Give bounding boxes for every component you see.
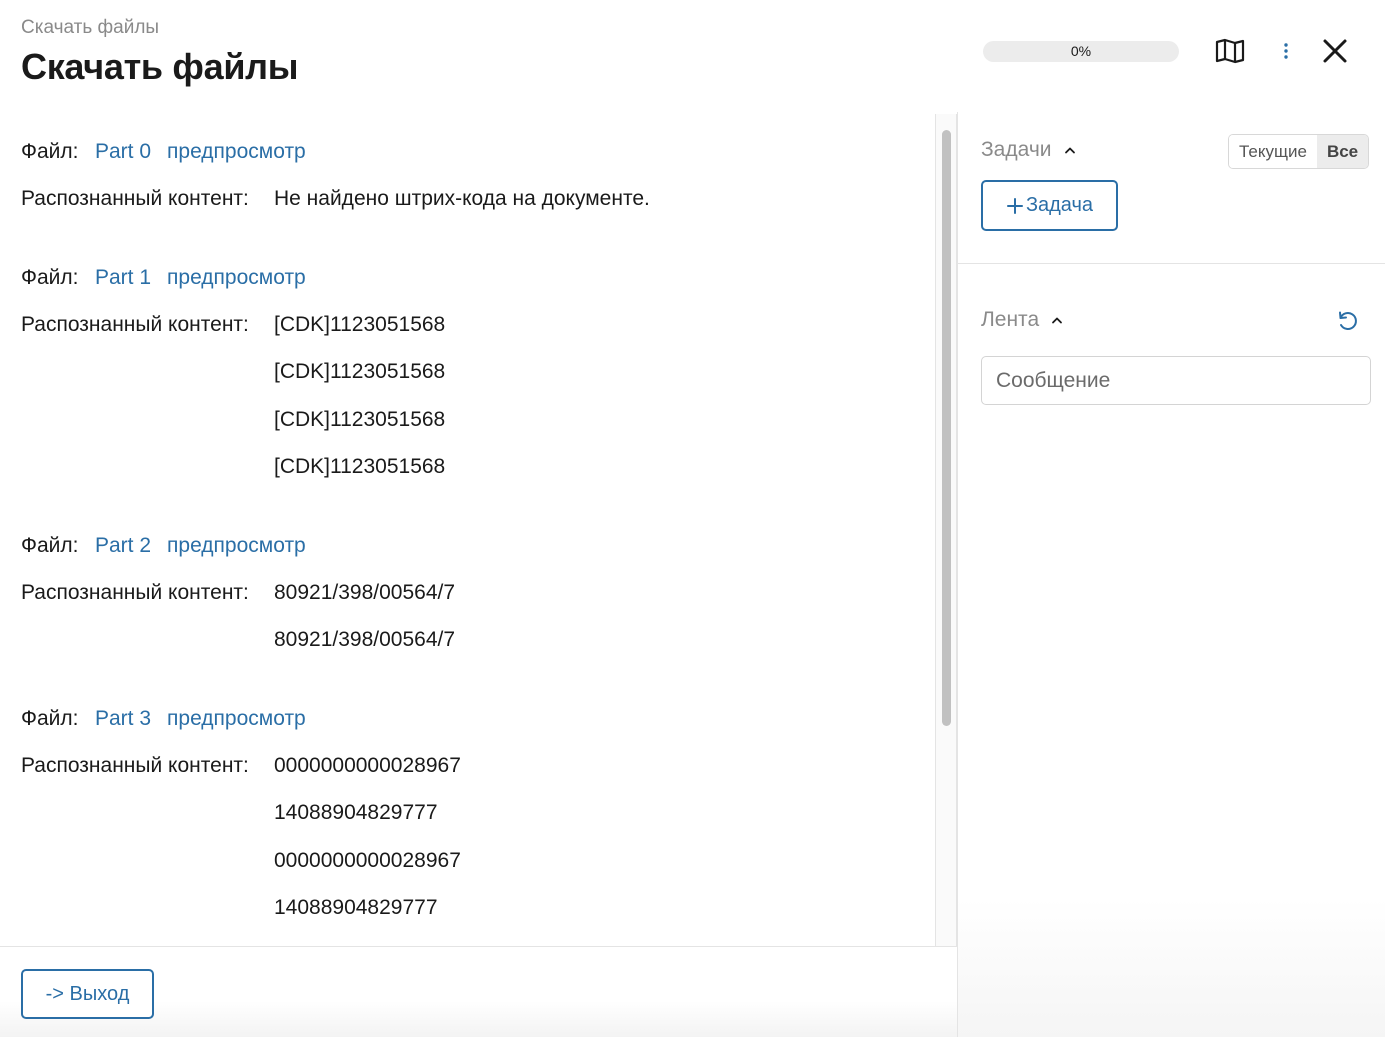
refresh-icon [1339, 311, 1357, 330]
page-title: Скачать файлы [21, 46, 299, 87]
message-input[interactable] [981, 356, 1371, 405]
chevron-up-icon [1064, 147, 1075, 154]
preview-link-part-1[interactable]: предпросмотр [167, 266, 306, 290]
tasks-section-toggle[interactable]: Задачи [981, 138, 1076, 162]
file-link-part-2[interactable]: Part 2 [95, 534, 151, 558]
content-label: Распознанный контент: [21, 313, 249, 336]
file-link-part-1[interactable]: Part 1 [95, 266, 151, 290]
content-value: 0000000000028967 [274, 754, 461, 777]
file-link-part-0[interactable]: Part 0 [95, 140, 151, 164]
file-block-part-3: Файл: Part 3 предпросмотр Распознанный к… [21, 707, 461, 920]
content-value: [CDK]1123051568 [274, 313, 446, 336]
content-value: 80921/398/00564/7 [274, 628, 456, 652]
close-icon [1323, 39, 1347, 63]
plus-icon [1006, 197, 1023, 214]
content-value: Не найдено штрих-кода на документе. [274, 187, 650, 210]
content-value: 0000000000028967 [274, 848, 461, 872]
preview-link-part-3[interactable]: предпросмотр [167, 707, 306, 731]
content-label: Распознанный контент: [21, 581, 249, 604]
file-block-part-1: Файл: Part 1 предпросмотр Распознанный к… [21, 266, 445, 479]
chevron-up-icon [1052, 317, 1063, 324]
content-value: 80921/398/00564/7 [274, 581, 456, 604]
content-value: 14088904829777 [274, 895, 438, 919]
breadcrumb[interactable]: Скачать файлы [21, 17, 159, 39]
file-block-part-2: Файл: Part 2 предпросмотр Распознанный к… [21, 534, 455, 652]
content-label: Распознанный контент: [21, 754, 249, 777]
task-filter: Текущие Все [1228, 134, 1370, 169]
map-button[interactable] [1213, 34, 1247, 68]
progress-text: 0% [1070, 43, 1092, 59]
file-label: Файл: [21, 707, 79, 730]
file-label: Файл: [21, 266, 79, 289]
divider [958, 263, 1385, 264]
add-task-label: Задача [1025, 194, 1094, 216]
file-link-part-3[interactable]: Part 3 [95, 707, 151, 731]
refresh-button[interactable] [1333, 306, 1363, 336]
content-value: 14088904829777 [274, 801, 438, 825]
scrollbar[interactable] [935, 114, 957, 946]
preview-link-part-2[interactable]: предпросмотр [167, 534, 306, 558]
footer: -> Выход [0, 946, 957, 1037]
preview-link-part-0[interactable]: предпросмотр [167, 140, 306, 164]
filter-all[interactable]: Все [1316, 135, 1369, 168]
header: Скачать файлы Скачать файлы 0% [0, 0, 1385, 112]
filter-current[interactable]: Текущие [1229, 135, 1317, 168]
content-value: [CDK]1123051568 [274, 454, 446, 478]
file-block-part-0: Файл: Part 0 предпросмотр Распознанный к… [21, 140, 650, 211]
add-task-button[interactable]: Задача [981, 180, 1118, 231]
scrollbar-thumb[interactable] [942, 130, 951, 726]
progress-bar: 0% [983, 41, 1179, 62]
file-label: Файл: [21, 140, 79, 163]
right-panel: Задачи Текущие Все Задача Лента [957, 112, 1385, 1037]
content-label: Распознанный контент: [21, 187, 249, 210]
file-label: Файл: [21, 534, 79, 557]
more-button[interactable] [1269, 34, 1303, 68]
tasks-title: Задачи [981, 138, 1052, 161]
content-value: [CDK]1123051568 [274, 360, 446, 384]
feed-title: Лента [981, 308, 1040, 331]
content-value: [CDK]1123051568 [274, 407, 446, 431]
exit-button[interactable]: -> Выход [21, 969, 154, 1019]
close-button[interactable] [1318, 34, 1352, 68]
file-list: Файл: Part 0 предпросмотр Распознанный к… [0, 112, 935, 946]
more-vertical-icon [1284, 43, 1288, 59]
map-icon [1215, 38, 1245, 64]
feed-section-toggle[interactable]: Лента [981, 308, 1063, 332]
